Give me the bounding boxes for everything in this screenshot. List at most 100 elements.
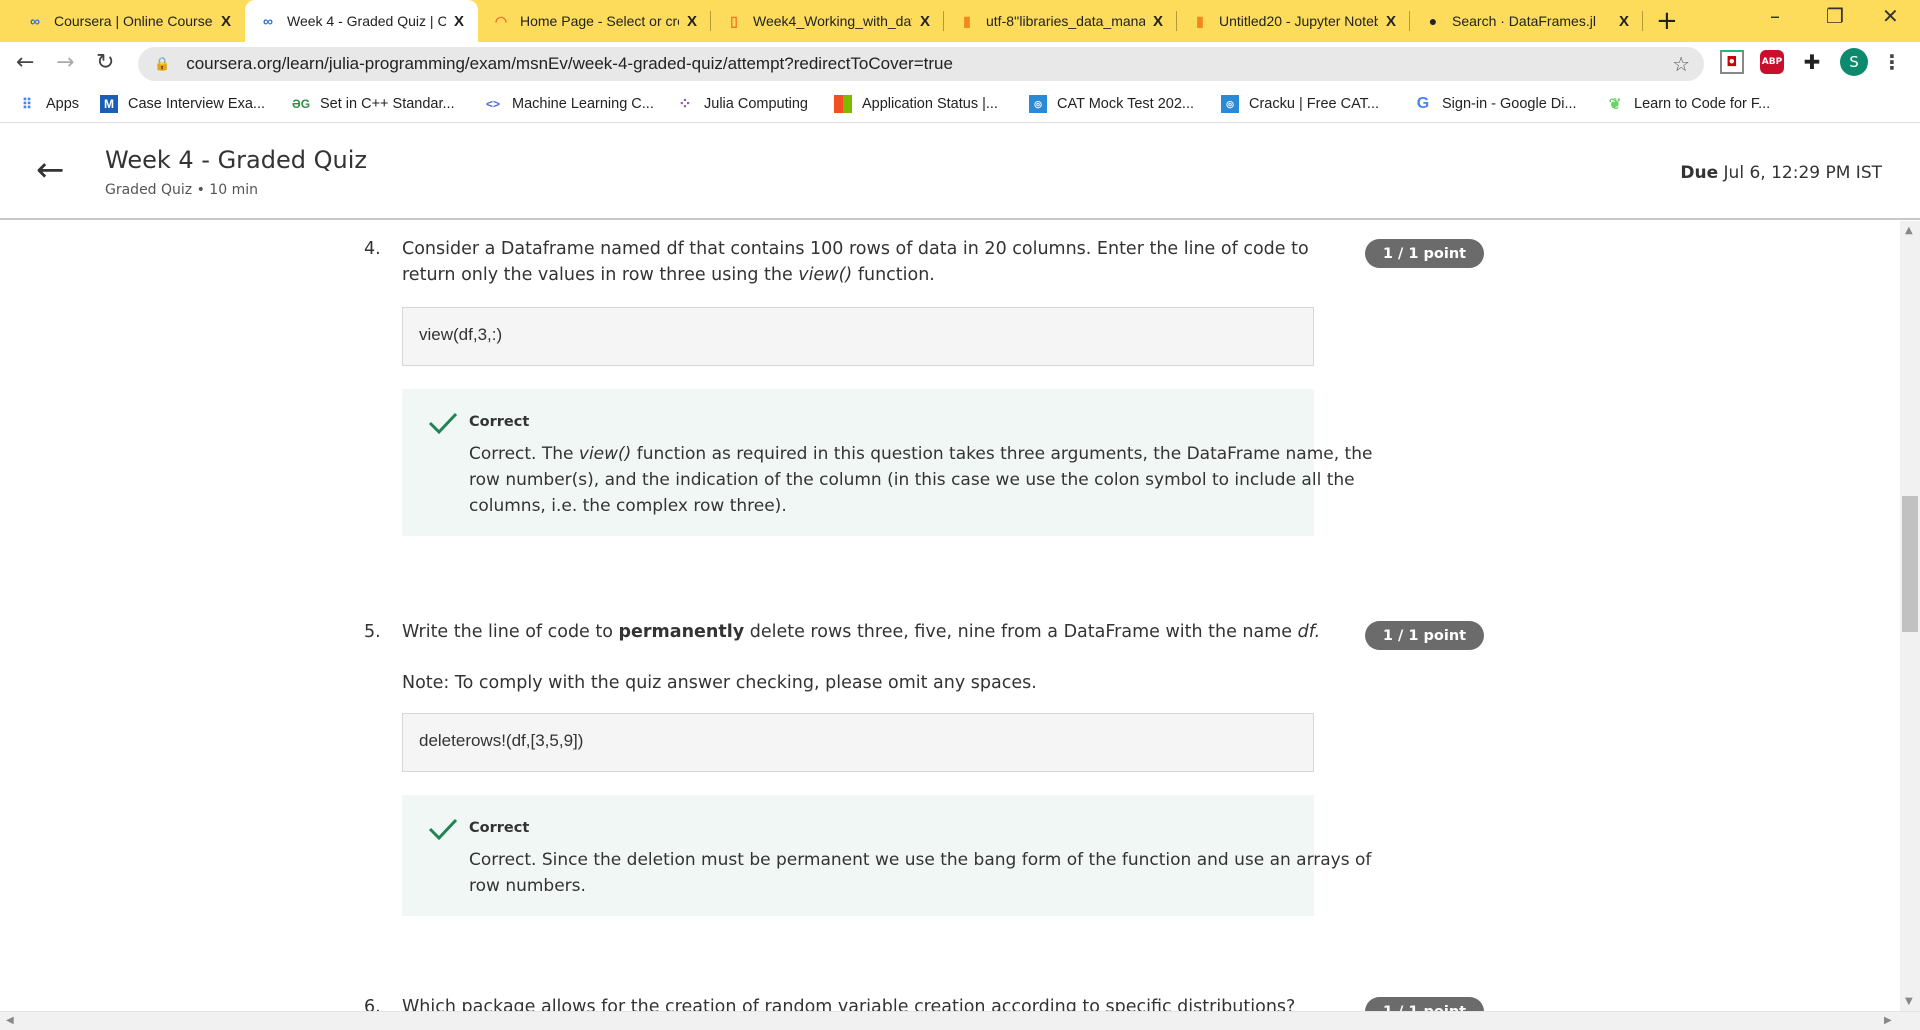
- points-badge: 1 / 1 point: [1365, 997, 1484, 1011]
- bookmark-label: Sign-in - Google Di...: [1442, 96, 1577, 112]
- bookmark-label: Apps: [46, 96, 80, 112]
- geeksforgeeks-icon: ƏG: [291, 97, 311, 111]
- scroll-down-icon[interactable]: ▼: [1905, 996, 1913, 1007]
- bookmark-apps[interactable]: ⠿ Apps: [18, 95, 79, 113]
- bookmark-cpp-set[interactable]: ƏG Set in C++ Standar...: [292, 95, 455, 113]
- quiz-content: 4. Consider a Dataframe named df that co…: [0, 221, 1900, 1011]
- question-text: Write the line of code to permanently de…: [402, 622, 1321, 642]
- bookmark-label: Application Status |...: [862, 96, 998, 112]
- apps-grid-icon: ⠿: [21, 95, 33, 112]
- bookmark-star-icon[interactable]: ☆: [1672, 52, 1690, 77]
- scroll-left-icon[interactable]: ◀: [6, 1015, 14, 1026]
- feedback-correct: Correct Correct. Since the deletion must…: [402, 795, 1371, 916]
- forward-icon[interactable]: →: [56, 50, 74, 75]
- reload-icon[interactable]: ↻: [96, 50, 114, 75]
- tab-title: utf-8''libraries_data_management: [986, 13, 1145, 29]
- coursera-icon: ∞: [30, 13, 40, 29]
- bookmark-label: Cracku | Free CAT...: [1249, 96, 1379, 112]
- close-icon[interactable]: X: [920, 13, 930, 30]
- close-icon[interactable]: X: [1153, 13, 1163, 30]
- tab-untitled20[interactable]: ▮ Untitled20 - Jupyter Notebook X: [1177, 0, 1410, 42]
- quiz-meta: Graded Quiz • 10 min: [105, 182, 258, 198]
- feedback-correct: Correct Correct. The view() function as …: [402, 389, 1372, 536]
- answer-field[interactable]: deleterows!(df,[3,5,9]): [402, 713, 1314, 772]
- tab-bar: ∞ Coursera | Online Courses X ∞ Week 4 -…: [0, 0, 1920, 42]
- checkmark-icon: [428, 412, 458, 435]
- question-text: Consider a Dataframe named df that conta…: [402, 239, 1309, 285]
- bookmark-label: Machine Learning C...: [512, 96, 654, 112]
- page-title: Week 4 - Graded Quiz: [105, 146, 367, 174]
- bookmark-application-status[interactable]: Application Status |...: [834, 95, 998, 113]
- url-text: coursera.org/learn/julia-programming/exa…: [186, 54, 953, 73]
- menu-kebab-icon[interactable]: ⋮: [1880, 50, 1904, 74]
- bookmark-google-signin[interactable]: G Sign-in - Google Di...: [1414, 95, 1577, 113]
- microsoft-logo-icon: [834, 95, 852, 113]
- close-icon[interactable]: X: [1619, 13, 1629, 30]
- close-icon[interactable]: X: [221, 13, 231, 30]
- tab-title: Week4_Working_with_data: [753, 13, 912, 29]
- points-badge: 1 / 1 point: [1365, 239, 1484, 268]
- adblock-extension-icon[interactable]: ABP: [1760, 50, 1784, 74]
- scroll-up-icon[interactable]: ▲: [1905, 225, 1913, 236]
- vertical-scrollbar[interactable]: ▲ ▼: [1900, 221, 1920, 1011]
- bookmarks-bar: ⠿ Apps M Case Interview Exa... ƏG Set in C+…: [0, 87, 1920, 123]
- question-text: Which package allows for the creation of…: [402, 997, 1296, 1011]
- notebook-icon: ▮: [963, 12, 971, 29]
- restore-icon[interactable]: ❐: [1826, 4, 1844, 28]
- m-logo-icon: M: [100, 95, 118, 113]
- code-icon: <>: [485, 97, 500, 111]
- tab-title: Week 4 - Graded Quiz | Coursera: [287, 13, 446, 29]
- bookmark-label: Learn to Code for F...: [1634, 96, 1771, 112]
- checkmark-icon: [428, 818, 458, 841]
- pocket-extension-icon[interactable]: ◘: [1720, 50, 1744, 74]
- bookmark-cat-mock[interactable]: ◎ CAT Mock Test 202...: [1029, 95, 1194, 113]
- jupyter-icon: ◠: [494, 12, 508, 29]
- globe-icon: ●: [1428, 13, 1438, 29]
- feedback-label: Correct: [469, 414, 530, 430]
- browser-toolbar: ← → ↻ 🔒 coursera.org/learn/julia-program…: [0, 42, 1920, 87]
- tab-title: Home Page - Select or create: [520, 13, 679, 29]
- extensions-puzzle-icon[interactable]: ✚: [1800, 50, 1824, 74]
- bookmark-label: Set in C++ Standar...: [320, 96, 455, 112]
- leaf-icon: ❦: [1608, 96, 1622, 113]
- bookmark-label: Case Interview Exa...: [128, 96, 265, 112]
- close-icon[interactable]: X: [687, 13, 697, 30]
- close-icon[interactable]: X: [1386, 13, 1396, 30]
- minimize-icon[interactable]: –: [1770, 4, 1780, 28]
- cracku-icon: ◎: [1029, 95, 1047, 113]
- tab-week4-working[interactable]: ▯ Week4_Working_with_data X: [711, 0, 944, 42]
- profile-avatar[interactable]: S: [1840, 48, 1868, 76]
- bookmark-machine-learning[interactable]: <> Machine Learning C...: [484, 95, 654, 113]
- feedback-text: Correct. The view() function as required…: [469, 444, 1373, 516]
- horizontal-scrollbar[interactable]: ◀ ▶: [0, 1011, 1920, 1030]
- coursera-icon: ∞: [263, 13, 273, 29]
- back-arrow-icon[interactable]: ←: [36, 150, 65, 190]
- bookmark-freecodecamp[interactable]: ❦ Learn to Code for F...: [1606, 95, 1771, 113]
- bookmark-label: CAT Mock Test 202...: [1057, 96, 1194, 112]
- feedback-label: Correct: [469, 820, 530, 836]
- answer-field[interactable]: view(df,3,:): [402, 307, 1314, 366]
- tab-title: Coursera | Online Courses: [54, 13, 213, 29]
- question-number: 4.: [364, 239, 381, 259]
- tab-jupyter-home[interactable]: ◠ Home Page - Select or create X: [478, 0, 711, 42]
- bookmark-cracku[interactable]: ◎ Cracku | Free CAT...: [1221, 95, 1379, 113]
- tab-title: Untitled20 - Jupyter Notebook: [1219, 13, 1378, 29]
- new-tab-button[interactable]: +: [1656, 6, 1678, 36]
- question-number: 6.: [364, 997, 381, 1011]
- question-note: Note: To comply with the quiz answer che…: [402, 673, 1037, 693]
- address-bar[interactable]: 🔒 coursera.org/learn/julia-programming/e…: [138, 47, 1704, 81]
- back-icon[interactable]: ←: [16, 50, 34, 75]
- tab-title: Search · DataFrames.jl: [1452, 13, 1596, 29]
- tab-coursera[interactable]: ∞ Coursera | Online Courses X: [12, 0, 245, 42]
- tab-week4-quiz[interactable]: ∞ Week 4 - Graded Quiz | Coursera X: [245, 0, 478, 42]
- lock-icon: 🔒: [154, 56, 171, 71]
- scrollbar-thumb[interactable]: [1902, 496, 1918, 632]
- tab-dataframes[interactable]: ● Search · DataFrames.jl X: [1410, 0, 1643, 42]
- scroll-right-icon[interactable]: ▶: [1884, 1015, 1892, 1026]
- close-icon[interactable]: X: [454, 13, 464, 30]
- close-window-icon[interactable]: ✕: [1882, 4, 1899, 28]
- tab-libraries[interactable]: ▮ utf-8''libraries_data_management X: [944, 0, 1177, 42]
- bookmark-julia-computing[interactable]: ⁘ Julia Computing: [676, 95, 808, 113]
- due-date: Due Jul 6, 12:29 PM IST: [1680, 163, 1882, 183]
- bookmark-case-interview[interactable]: M Case Interview Exa...: [100, 95, 265, 113]
